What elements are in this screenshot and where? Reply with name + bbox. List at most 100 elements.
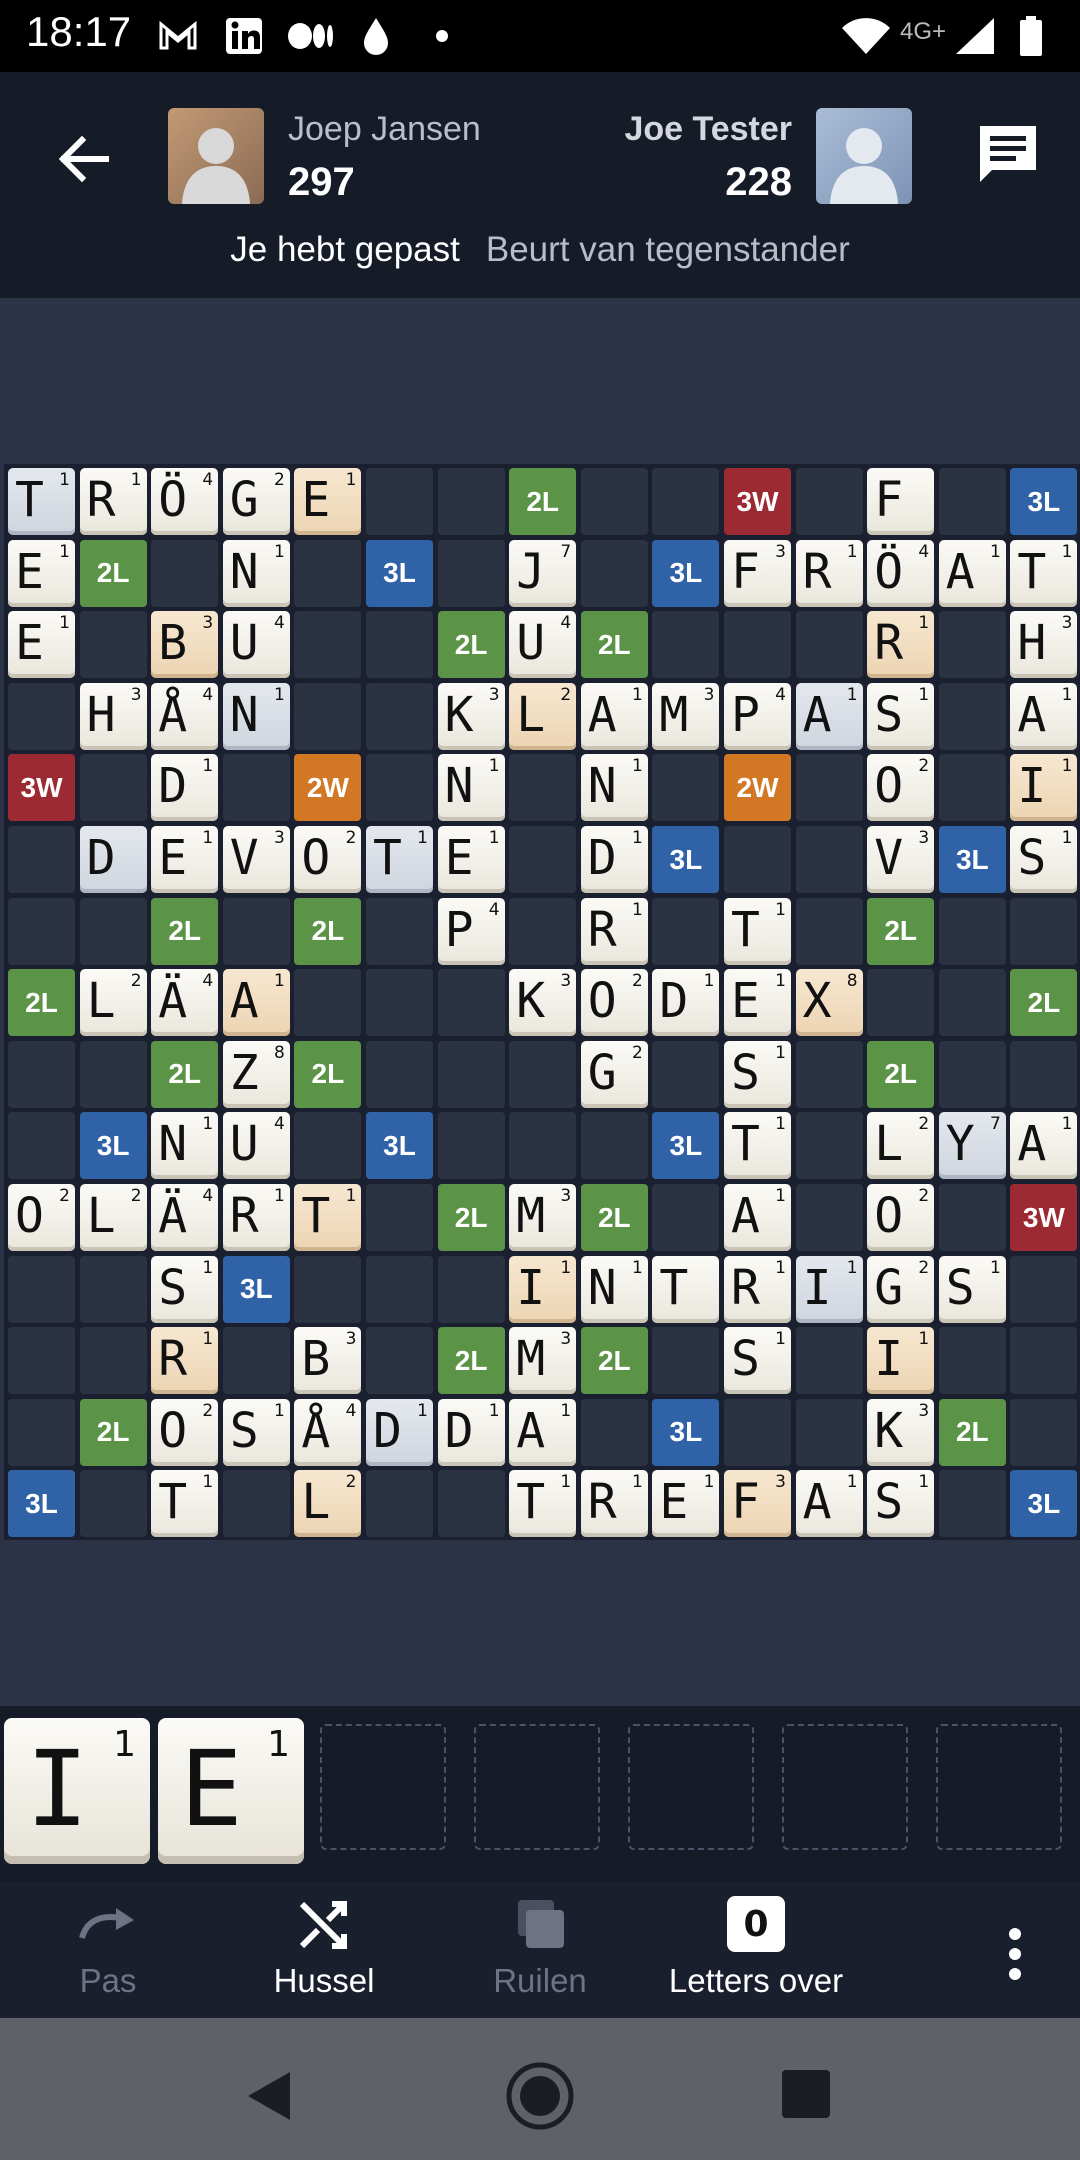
avatar-player-left[interactable] xyxy=(168,108,264,204)
premium-square-3l[interactable]: 3L xyxy=(366,539,433,607)
premium-square-2l[interactable]: 2L xyxy=(509,468,577,535)
board-square[interactable] xyxy=(79,754,147,822)
pass-button[interactable]: Pas xyxy=(0,1894,216,2014)
premium-square-3l[interactable]: 3L xyxy=(938,826,1006,893)
board-square[interactable] xyxy=(437,969,505,1037)
rack-empty-slot[interactable] xyxy=(320,1724,446,1850)
board-square[interactable] xyxy=(222,1327,290,1395)
letters-left-button[interactable]: 0 Letters over xyxy=(648,1894,864,2014)
rack-empty-slot[interactable] xyxy=(628,1724,754,1850)
premium-square-2w[interactable]: 2W xyxy=(724,754,791,822)
board-square[interactable] xyxy=(151,539,219,607)
board-square[interactable] xyxy=(437,539,505,607)
board-square[interactable] xyxy=(366,1470,433,1538)
board-square[interactable] xyxy=(366,468,433,535)
board-square[interactable] xyxy=(652,611,720,679)
board-square[interactable] xyxy=(938,1184,1006,1251)
letter-rack[interactable]: I1E1 xyxy=(0,1706,1080,1882)
board-square[interactable] xyxy=(724,826,791,893)
board-square[interactable] xyxy=(8,1112,75,1180)
board-square[interactable] xyxy=(437,1112,505,1180)
premium-square-2l[interactable]: 2L xyxy=(79,1398,147,1466)
premium-square-2l[interactable]: 2L xyxy=(938,1398,1006,1466)
premium-square-2l[interactable]: 2L xyxy=(580,1184,648,1251)
premium-square-2l[interactable]: 2L xyxy=(1010,969,1078,1037)
board-square[interactable] xyxy=(366,1184,433,1251)
board-square[interactable] xyxy=(1010,1040,1078,1108)
premium-square-2l[interactable]: 2L xyxy=(867,1040,935,1108)
board-square[interactable] xyxy=(652,754,720,822)
swap-button[interactable]: Ruilen xyxy=(432,1894,648,2014)
premium-square-2l[interactable]: 2L xyxy=(79,539,147,607)
rack-tile[interactable]: E1 xyxy=(158,1718,304,1864)
board-square[interactable] xyxy=(795,1040,863,1108)
board-square[interactable] xyxy=(652,1327,720,1395)
board-square[interactable] xyxy=(580,539,648,607)
board-square[interactable] xyxy=(1010,897,1078,965)
premium-square-2l[interactable]: 2L xyxy=(437,611,505,679)
avatar-player-right[interactable] xyxy=(816,108,912,204)
premium-square-2l[interactable]: 2L xyxy=(8,969,75,1037)
board-square[interactable] xyxy=(366,754,433,822)
board-square[interactable] xyxy=(938,682,1006,750)
board-square[interactable] xyxy=(795,1398,863,1466)
premium-square-3l[interactable]: 3L xyxy=(8,1470,75,1538)
board-square[interactable] xyxy=(294,539,362,607)
game-board[interactable]: T 1 R 1 Ö 4 G 2 E 1 2L 3W F 3L E 1 2L N 1 3L J 7 3L F 3 R 1 Ö 4 A 1 T 1 E… xyxy=(4,464,1080,1540)
board-square[interactable] xyxy=(938,897,1006,965)
board-square[interactable] xyxy=(938,1470,1006,1538)
board-square[interactable] xyxy=(8,682,75,750)
board-square[interactable] xyxy=(509,1112,577,1180)
board-square[interactable] xyxy=(795,1112,863,1180)
back-button[interactable] xyxy=(50,124,120,194)
board-square[interactable] xyxy=(8,1327,75,1395)
rack-tile[interactable]: I1 xyxy=(4,1718,150,1864)
premium-square-2l[interactable]: 2L xyxy=(294,897,362,965)
board-square[interactable] xyxy=(294,1255,362,1323)
board-square[interactable] xyxy=(795,468,863,535)
board-square[interactable] xyxy=(509,826,577,893)
board-square[interactable] xyxy=(580,1112,648,1180)
board-square[interactable] xyxy=(938,468,1006,535)
board-square[interactable] xyxy=(366,1327,433,1395)
rack-empty-slot[interactable] xyxy=(474,1724,600,1850)
board-square[interactable] xyxy=(938,969,1006,1037)
board-square[interactable] xyxy=(938,1327,1006,1395)
board-square[interactable] xyxy=(652,1184,720,1251)
premium-square-3w[interactable]: 3W xyxy=(8,754,75,822)
board-square[interactable] xyxy=(222,1470,290,1538)
chat-button[interactable] xyxy=(974,122,1042,188)
premium-square-3l[interactable]: 3L xyxy=(1010,1470,1078,1538)
board-square[interactable] xyxy=(652,468,720,535)
nav-home-button[interactable] xyxy=(504,2060,576,2132)
board-square[interactable] xyxy=(366,682,433,750)
premium-square-3l[interactable]: 3L xyxy=(79,1112,147,1180)
premium-square-3l[interactable]: 3L xyxy=(652,826,720,893)
premium-square-2l[interactable]: 2L xyxy=(580,1327,648,1395)
board-square[interactable] xyxy=(366,969,433,1037)
board-square[interactable] xyxy=(437,1255,505,1323)
board-square[interactable] xyxy=(795,754,863,822)
board-square[interactable] xyxy=(938,754,1006,822)
board-square[interactable] xyxy=(795,1327,863,1395)
board-square[interactable] xyxy=(1010,1398,1078,1466)
board-square[interactable] xyxy=(938,611,1006,679)
board-square[interactable] xyxy=(437,468,505,535)
board-square[interactable] xyxy=(294,611,362,679)
rack-empty-slot[interactable] xyxy=(782,1724,908,1850)
premium-square-3l[interactable]: 3L xyxy=(222,1255,290,1323)
board-square[interactable] xyxy=(8,1398,75,1466)
board-square[interactable] xyxy=(938,1040,1006,1108)
premium-square-2w[interactable]: 2W xyxy=(294,754,362,822)
board-square[interactable] xyxy=(294,969,362,1037)
premium-square-2l[interactable]: 2L xyxy=(151,1040,219,1108)
board-square[interactable] xyxy=(79,897,147,965)
board-square[interactable] xyxy=(437,1040,505,1108)
more-menu-button[interactable] xyxy=(960,1894,1070,2014)
board-square[interactable] xyxy=(79,1255,147,1323)
board-square[interactable] xyxy=(724,611,791,679)
board-square[interactable] xyxy=(580,468,648,535)
board-square[interactable] xyxy=(795,611,863,679)
board-square[interactable] xyxy=(509,1040,577,1108)
premium-square-3l[interactable]: 3L xyxy=(1010,468,1078,535)
